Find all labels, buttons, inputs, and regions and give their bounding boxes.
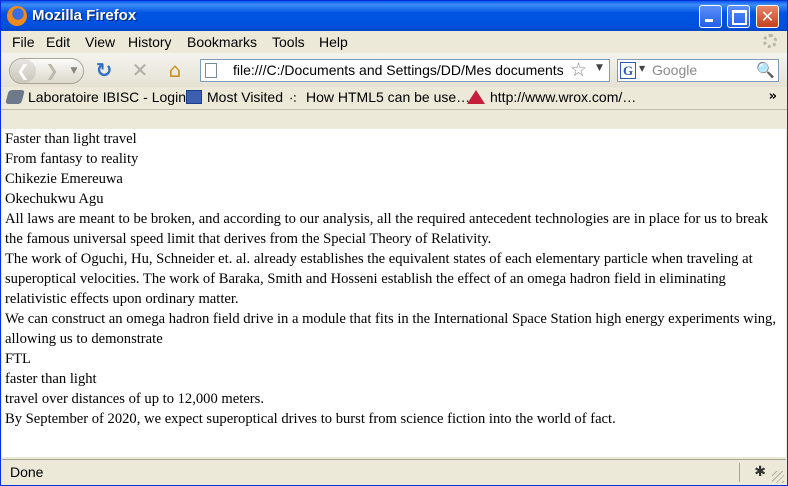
url-input[interactable]: file:///C:/Documents and Settings/DD/Mes… — [233, 62, 563, 78]
menu-file[interactable]: File — [12, 34, 35, 50]
bookmarks-overflow-icon[interactable]: » — [769, 89, 777, 104]
menu-edit[interactable]: Edit — [46, 34, 70, 50]
paragraph: By September of 2020, we expect superopt… — [5, 411, 616, 427]
title-bar[interactable]: Mozilla Firefox ✕ — [1, 1, 787, 31]
google-engine-icon[interactable]: G — [620, 62, 636, 79]
paragraph: The work of Oguchi, Hu, Schneider et. al… — [5, 251, 753, 307]
menu-bookmarks[interactable]: Bookmarks — [187, 34, 257, 50]
forward-button[interactable]: ❯ — [40, 59, 64, 83]
status-divider — [739, 463, 740, 482]
bookmark-html5[interactable]: ⁖ How HTML5 can be use… — [285, 89, 471, 108]
menu-tools[interactable]: Tools — [272, 34, 305, 50]
window-title: Mozilla Firefox — [32, 7, 137, 24]
bookmark-star-icon[interactable]: ☆ — [570, 59, 587, 81]
page-subtitle: From fantasy to reality — [5, 151, 139, 167]
bookmark-label: http://www.wrox.com/… — [490, 89, 637, 105]
back-forward-group: ❮ ❯ ▼ — [9, 58, 84, 84]
author-name: Okechukwu Agu — [5, 191, 104, 207]
back-arrow-icon: ❮ — [16, 61, 30, 80]
minimize-button[interactable] — [699, 5, 722, 28]
address-bar[interactable]: file:///C:/Documents and Settings/DD/Mes… — [200, 59, 610, 82]
wrox-icon — [467, 90, 485, 104]
bookmarks-toolbar: Laboratoire IBISC - Login Most Visited ⁖… — [1, 87, 787, 110]
abbreviation: FTL — [5, 351, 31, 367]
html5-icon: ⁖ — [288, 91, 298, 108]
paragraph: All laws are meant to be broken, and acc… — [5, 211, 769, 247]
url-dropdown-icon[interactable]: ▼ — [596, 63, 603, 73]
firefox-logo-icon — [7, 6, 27, 26]
menu-view[interactable]: View — [85, 34, 115, 50]
throbber-icon — [763, 34, 777, 48]
close-button[interactable]: ✕ — [756, 5, 779, 28]
search-bar[interactable]: G ▼ Google 🔍 — [617, 59, 779, 82]
page-icon — [205, 63, 217, 78]
page-title: Faster than light travel — [5, 131, 137, 147]
paragraph: We can construct an omega hadron field d… — [5, 311, 776, 347]
history-dropdown-button[interactable]: ▼ — [68, 59, 80, 83]
bookmark-most-visited[interactable]: Most Visited — [186, 89, 283, 107]
bookmark-label: How HTML5 can be use… — [306, 89, 471, 105]
menu-history[interactable]: History — [128, 34, 172, 50]
bookmark-label: Laboratoire IBISC - Login — [28, 89, 186, 105]
reload-icon[interactable]: ↻ — [93, 59, 115, 81]
ibisc-icon — [5, 90, 25, 104]
search-icon[interactable]: 🔍 — [756, 61, 775, 79]
status-text: Done — [10, 464, 44, 480]
browser-window: Mozilla Firefox ✕ File Edit View History… — [0, 0, 788, 486]
bookmark-ibisc[interactable]: Laboratoire IBISC - Login — [5, 89, 186, 107]
menu-bar: File Edit View History Bookmarks Tools H… — [1, 31, 787, 53]
search-input[interactable]: Google — [652, 62, 697, 78]
forward-arrow-icon: ❯ — [45, 61, 59, 80]
engine-dropdown-icon[interactable]: ▼ — [639, 64, 645, 73]
most-visited-icon — [186, 90, 202, 104]
menu-help[interactable]: Help — [319, 34, 348, 50]
definition: faster than light — [5, 371, 97, 387]
page-content: Faster than light travel From fantasy to… — [2, 129, 786, 457]
close-icon: ✕ — [760, 7, 775, 26]
bookmark-label: Most Visited — [207, 89, 283, 105]
resize-grip-icon[interactable] — [772, 471, 784, 483]
stop-icon[interactable]: ✕ — [129, 59, 151, 81]
home-icon[interactable]: ⌂ — [164, 59, 186, 81]
navigation-toolbar: ❮ ❯ ▼ ↻ ✕ ⌂ file:///C:/Documents and Set… — [1, 53, 787, 87]
bookmark-wrox[interactable]: http://www.wrox.com/… — [467, 89, 636, 107]
firebug-icon[interactable]: ✱ — [754, 464, 766, 480]
maximize-button[interactable] — [727, 5, 750, 28]
back-button[interactable]: ❮ — [10, 59, 36, 83]
paragraph: travel over distances of up to 12,000 me… — [5, 391, 264, 407]
status-bar: Done ✱ — [2, 459, 786, 485]
author-name: Chikezie Emereuwa — [5, 171, 123, 187]
